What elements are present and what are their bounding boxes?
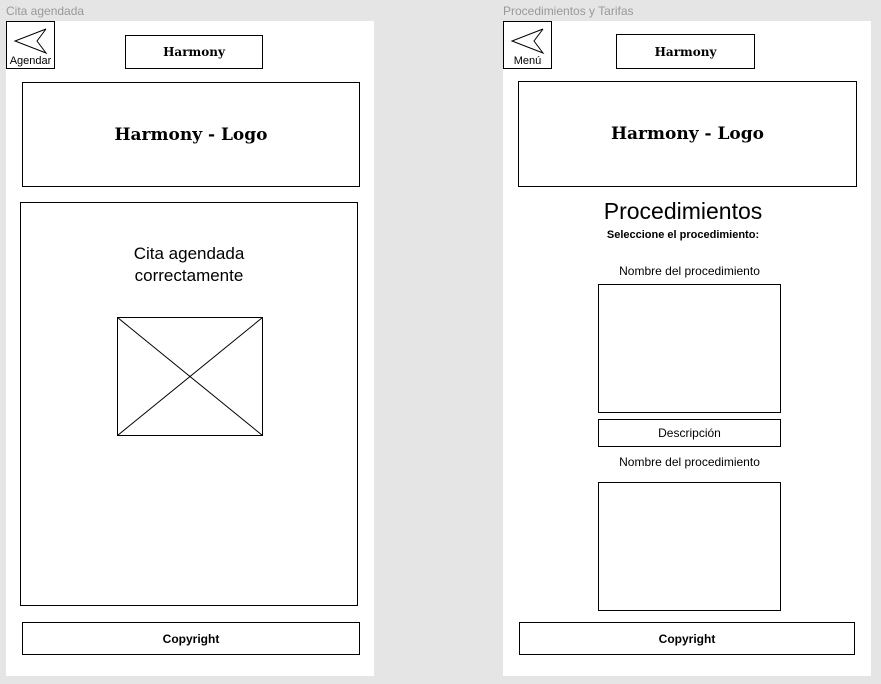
logo-placeholder: Harmony - Logo [518, 81, 857, 187]
frame-label-procedimientos: Procedimientos y Tarifas [503, 4, 634, 18]
image-placeholder-icon [117, 317, 263, 436]
procedure-name: Nombre del procedimiento [619, 264, 760, 278]
back-button[interactable]: Agendar [6, 21, 55, 69]
description-button[interactable]: Descripción [598, 419, 781, 447]
confirmation-card: Cita agendada correctamente [20, 202, 358, 606]
page-subtitle: Seleccione el procedimiento: [606, 229, 760, 241]
brand-name: Harmony [125, 35, 263, 69]
procedure-image[interactable] [598, 284, 781, 413]
footer-copyright: Copyright [22, 622, 360, 655]
menu-back-button[interactable]: Menú [503, 21, 552, 69]
procedure-image[interactable] [598, 482, 781, 611]
page-title: Procedimientos [603, 198, 763, 224]
back-button-label: Agendar [9, 55, 52, 67]
confirmation-line-2: correctamente [134, 266, 244, 285]
frame-label-cita-agendada: Cita agendada [6, 4, 85, 18]
confirmation-line-1: Cita agendada [133, 244, 245, 263]
cita-agendada-screen: Agendar Harmony Harmony - Logo Cita agen… [6, 21, 374, 676]
back-button-label: Menú [513, 55, 542, 67]
brand-name: Harmony [616, 34, 755, 69]
procedure-name: Nombre del procedimiento [619, 455, 760, 469]
footer-copyright: Copyright [519, 622, 855, 655]
logo-placeholder: Harmony - Logo [22, 82, 360, 187]
back-arrow-icon [510, 28, 545, 55]
confirmation-message: Cita agendada correctamente [21, 243, 357, 287]
procedimientos-screen: Menú Harmony Harmony - Logo Procedimient… [503, 21, 871, 676]
back-arrow-icon [13, 28, 48, 55]
